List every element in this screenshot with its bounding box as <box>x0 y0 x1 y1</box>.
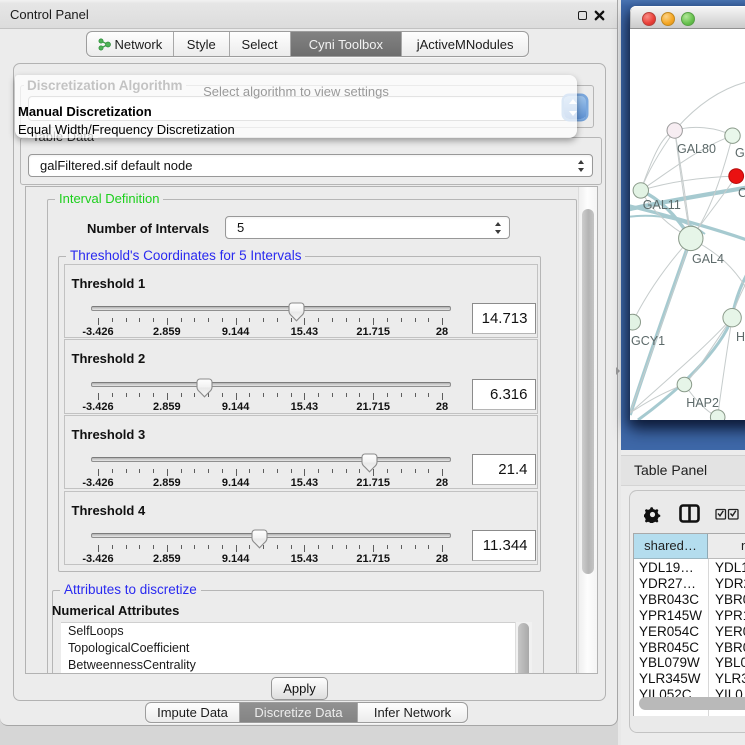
svg-text:GAL11: GAL11 <box>643 198 681 212</box>
svg-text:HAP2: HAP2 <box>686 396 719 410</box>
svg-text:HIS4: HIS4 <box>736 330 745 344</box>
svg-text:GAL3: GAL3 <box>735 146 745 160</box>
svg-text:GAL80: GAL80 <box>677 142 716 156</box>
svg-text:GAL4: GAL4 <box>692 252 724 266</box>
svg-text:CDC2: CDC2 <box>738 186 745 200</box>
svg-text:GCY1: GCY1 <box>631 334 665 348</box>
